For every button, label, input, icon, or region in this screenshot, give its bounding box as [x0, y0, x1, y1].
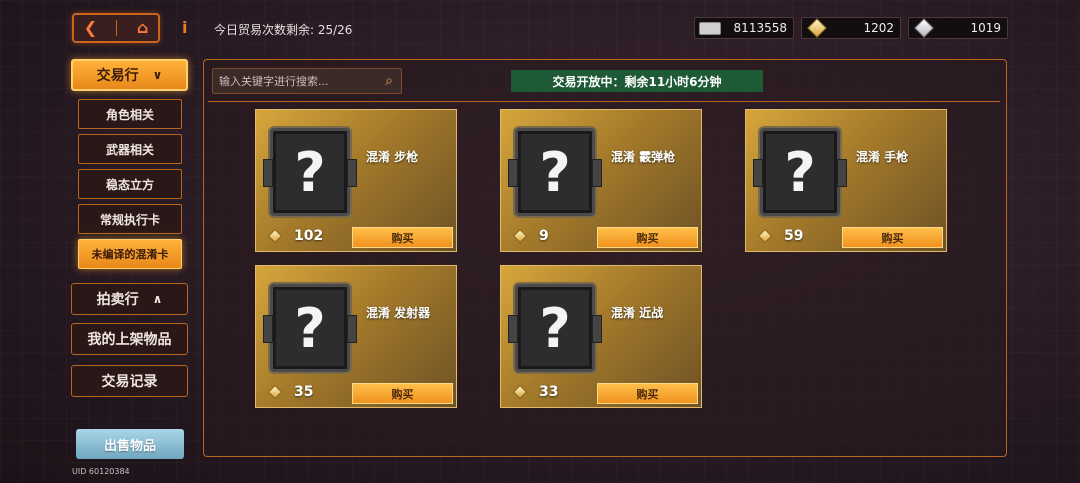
info-icon[interactable]: i — [182, 18, 187, 37]
item-name: 混淆 发射器 — [366, 306, 431, 320]
sidebar-item-exec-cards[interactable]: 常规执行卡 — [78, 204, 182, 234]
search-input[interactable] — [219, 74, 369, 88]
item-name: 混淆 手枪 — [856, 150, 909, 164]
mystery-box-icon: ? — [508, 128, 602, 216]
chevron-down-icon: ∨ — [152, 68, 163, 82]
price-gem-icon — [512, 384, 528, 400]
cash-amount: 8113558 — [733, 21, 787, 35]
buy-button[interactable]: 购买 — [597, 383, 698, 404]
item-name: 混淆 近战 — [611, 306, 664, 320]
price-gem-icon — [267, 228, 283, 244]
search-icon[interactable]: ⌕ — [385, 73, 393, 89]
item-price: 35 — [294, 384, 314, 400]
currency-gem: 1019 — [908, 17, 1008, 39]
mystery-box-icon: ? — [753, 128, 847, 216]
price-gem-icon — [267, 384, 283, 400]
question-mark-glyph: ? — [784, 141, 816, 204]
question-mark-glyph: ? — [294, 141, 326, 204]
mystery-box-icon: ? — [263, 128, 357, 216]
question-mark-glyph: ? — [539, 297, 571, 360]
white-gem-icon — [914, 18, 934, 38]
sidebar-item-weapons[interactable]: 武器相关 — [78, 134, 182, 164]
back-icon[interactable]: ❮ — [84, 20, 97, 36]
trade-market-tab[interactable]: 交易行 ∨ — [71, 59, 188, 91]
item-card[interactable]: ? 混淆 近战 33 购买 — [500, 265, 702, 408]
buy-button[interactable]: 购买 — [597, 227, 698, 248]
home-icon[interactable]: ⌂ — [137, 20, 148, 36]
sidebar-item-characters[interactable]: 角色相关 — [78, 99, 182, 129]
price-gem-icon — [757, 228, 773, 244]
currency-gold: 1202 — [801, 17, 901, 39]
buy-button[interactable]: 购买 — [842, 227, 943, 248]
trade-records-tab[interactable]: 交易记录 — [71, 365, 188, 397]
trade-market-label: 交易行 — [96, 68, 139, 84]
user-uid: UID 60120384 — [72, 467, 130, 476]
item-name: 混淆 霰弹枪 — [611, 150, 676, 164]
mystery-box-icon: ? — [263, 284, 357, 372]
sidebar-item-obfuscated-cards[interactable]: 未编译的混淆卡 — [78, 239, 182, 269]
item-card[interactable]: ? 混淆 霰弹枪 9 购买 — [500, 109, 702, 252]
item-name: 混淆 步枪 — [366, 150, 419, 164]
item-price: 33 — [539, 384, 559, 400]
gem-amount: 1019 — [970, 21, 1001, 35]
auction-tab[interactable]: 拍卖行 ∧ — [71, 283, 188, 315]
chevron-up-icon: ∧ — [152, 292, 163, 306]
item-card[interactable]: ? 混淆 手枪 59 购买 — [745, 109, 947, 252]
item-price: 59 — [784, 228, 804, 244]
sell-items-button[interactable]: 出售物品 — [76, 429, 184, 459]
gold-amount: 1202 — [863, 21, 894, 35]
nav-divider — [116, 20, 118, 36]
gold-gem-icon — [807, 18, 827, 38]
auction-label: 拍卖行 — [96, 292, 139, 308]
panel-divider — [208, 101, 1000, 102]
daily-trade-count: 今日贸易次数剩余: 25/26 — [214, 23, 353, 37]
item-price: 102 — [294, 228, 324, 244]
nav-button-group: ❮ ⌂ — [72, 13, 160, 43]
buy-button[interactable]: 购买 — [352, 227, 453, 248]
buy-button[interactable]: 购买 — [352, 383, 453, 404]
question-mark-glyph: ? — [539, 141, 571, 204]
question-mark-glyph: ? — [294, 297, 326, 360]
item-card[interactable]: ? 混淆 发射器 35 购买 — [255, 265, 457, 408]
price-gem-icon — [512, 228, 528, 244]
item-price: 9 — [539, 228, 549, 244]
cash-icon — [699, 21, 721, 35]
my-listings-tab[interactable]: 我的上架物品 — [71, 323, 188, 355]
trade-status-banner: 交易开放中：剩余11小时6分钟 — [511, 70, 763, 92]
mystery-box-icon: ? — [508, 284, 602, 372]
sidebar-item-cubes[interactable]: 稳态立方 — [78, 169, 182, 199]
search-bar: ⌕ — [212, 68, 402, 94]
currency-cash: 8113558 — [694, 17, 794, 39]
item-card[interactable]: ? 混淆 步枪 102 购买 — [255, 109, 457, 252]
